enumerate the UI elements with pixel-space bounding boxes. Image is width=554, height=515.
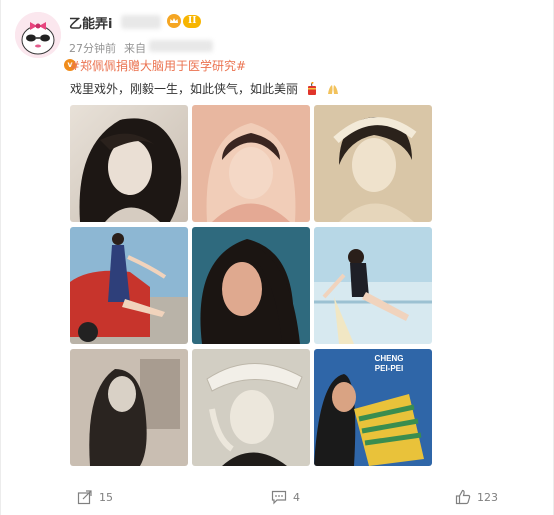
comment-button[interactable]: 4 — [271, 487, 300, 507]
hands-icon — [326, 82, 340, 99]
photo-8[interactable] — [192, 349, 310, 466]
photo-3[interactable] — [314, 105, 432, 222]
topic-hashtag[interactable]: #郑佩佩捐赠大脑用于医学研究# — [70, 57, 246, 74]
like-count: 123 — [477, 490, 498, 504]
crown-icon — [167, 14, 181, 28]
share-icon — [77, 490, 92, 505]
photo-2[interactable] — [192, 105, 310, 222]
like-button[interactable]: 123 — [455, 487, 498, 507]
post-source: 来自 — [124, 42, 146, 55]
fire-cracker-icon — [305, 81, 319, 99]
photo-5[interactable] — [192, 227, 310, 344]
post-text: 戏里戏外，刚毅一生，如此侠气，如此美丽 — [70, 80, 340, 99]
post-text-content: 戏里戏外，刚毅一生，如此侠气，如此美丽 — [70, 82, 299, 96]
comment-icon — [271, 490, 287, 505]
photo-9[interactable]: CHENG PEI-PEI — [314, 349, 432, 466]
photo-4[interactable] — [70, 227, 188, 344]
photo-9-caption-line1: CHENG — [375, 354, 404, 363]
redacted-name-blur — [121, 15, 161, 29]
photo-6[interactable] — [314, 227, 432, 344]
post-time[interactable]: 27分钟前 — [69, 40, 116, 56]
redacted-source-blur — [149, 40, 213, 52]
photo-1[interactable] — [70, 105, 188, 222]
photo-9-caption-line2: PEI-PEI — [375, 364, 403, 373]
level-badge: II — [183, 15, 202, 28]
avatar[interactable]: v — [15, 12, 77, 72]
comment-count: 4 — [293, 490, 300, 504]
photo-7[interactable] — [70, 349, 188, 466]
weibo-post-card: v 乙能弄i II 27分钟前 来自 #郑佩佩捐赠大脑用于医学研究# 戏里戏外，… — [0, 0, 554, 515]
thumbs-up-icon — [455, 489, 471, 505]
share-button[interactable]: 15 — [77, 487, 113, 507]
share-count: 15 — [99, 490, 113, 504]
username[interactable]: 乙能弄i — [69, 13, 112, 32]
